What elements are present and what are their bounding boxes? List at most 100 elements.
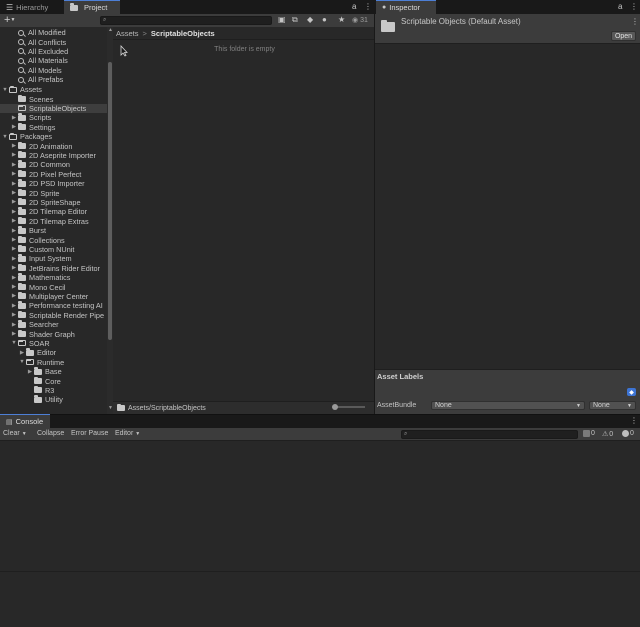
icon-size-slider[interactable] bbox=[332, 404, 365, 410]
tab-inspector[interactable]: ● Inspector bbox=[376, 0, 436, 14]
favorite-item[interactable]: All Conflicts bbox=[0, 37, 107, 47]
expand-arrow-right-icon[interactable]: ▶ bbox=[10, 199, 18, 205]
filter-by-type-icon[interactable]: ⧉ bbox=[292, 15, 298, 25]
expand-arrow-right-icon[interactable]: ▶ bbox=[10, 143, 18, 149]
expand-arrow-right-icon[interactable]: ▶ bbox=[10, 312, 18, 318]
console-search-input[interactable]: ⌕ bbox=[401, 430, 578, 439]
tree-item-package[interactable]: ▶ Scriptable Render Pipe bbox=[0, 310, 107, 320]
tab-hierarchy[interactable]: ☰ Hierarchy bbox=[0, 0, 64, 14]
expand-arrow-right-icon[interactable]: ▶ bbox=[26, 369, 34, 375]
expand-arrow-right-icon[interactable]: ▶ bbox=[10, 124, 18, 130]
collapse-toggle[interactable]: Collapse bbox=[37, 430, 64, 437]
inspector-settings-icon[interactable]: ⋮ bbox=[631, 17, 639, 26]
favorite-item[interactable]: All Materials bbox=[0, 56, 107, 65]
expand-arrow-right-icon[interactable]: ▶ bbox=[10, 331, 18, 337]
expand-arrow-right-icon[interactable]: ▶ bbox=[10, 303, 18, 309]
log-type-icon[interactable]: ● bbox=[322, 15, 327, 24]
tree-item-package[interactable]: ▶ JetBrains Rider Editor bbox=[0, 263, 107, 273]
tree-item-assets[interactable]: ▼ Assets bbox=[0, 85, 107, 94]
expand-arrow-right-icon[interactable]: ▶ bbox=[10, 115, 18, 121]
expand-arrow-right-icon[interactable]: ▶ bbox=[10, 228, 18, 234]
editor-target-dropdown[interactable]: Editor ▼ bbox=[115, 430, 140, 438]
clear-button[interactable]: Clear ▼ bbox=[3, 430, 27, 438]
tree-scrollbar-thumb[interactable] bbox=[108, 62, 112, 340]
tree-item-packages[interactable]: ▼ Packages bbox=[0, 132, 107, 141]
tree-item-package[interactable]: ▶ Shader Graph bbox=[0, 329, 107, 339]
tree-item-package[interactable]: ▶ Input System bbox=[0, 254, 107, 263]
tree-item-package[interactable]: ▶ 2D Sprite bbox=[0, 188, 107, 198]
tree-item-asset-folder[interactable]: Scenes bbox=[0, 94, 107, 104]
tree-item-package[interactable]: ▶ Mono Cecil bbox=[0, 282, 107, 292]
tree-item-package[interactable]: ▶ 2D Animation bbox=[0, 141, 107, 151]
tree-item-package[interactable]: ▶ Burst bbox=[0, 226, 107, 235]
tree-item-package[interactable]: ▶ Performance testing AI bbox=[0, 301, 107, 310]
expand-arrow-right-icon[interactable]: ▶ bbox=[10, 256, 18, 262]
expand-arrow-right-icon[interactable]: ▶ bbox=[10, 162, 18, 168]
expand-arrow-right-icon[interactable]: ▶ bbox=[10, 322, 18, 328]
expand-arrow-down-icon[interactable]: ▼ bbox=[1, 87, 9, 93]
tree-item-package[interactable]: ▶ 2D Tilemap Editor bbox=[0, 207, 107, 216]
breadcrumb-root[interactable]: Assets bbox=[116, 29, 139, 38]
tree-item-package[interactable]: ▶ Multiplayer Center bbox=[0, 291, 107, 301]
tree-item-package[interactable]: ▶ Searcher bbox=[0, 320, 107, 329]
favorite-item[interactable]: All Modified bbox=[0, 28, 107, 37]
error-pause-toggle[interactable]: Error Pause bbox=[71, 430, 108, 437]
expand-arrow-down-icon[interactable]: ▼ bbox=[10, 340, 18, 346]
expand-arrow-right-icon[interactable]: ▶ bbox=[10, 152, 18, 158]
log-count-toggle[interactable]: 0 bbox=[583, 430, 595, 437]
tree-item-package[interactable]: ▶ 2D Common bbox=[0, 160, 107, 169]
tree-item-asset-folder[interactable]: ▶ Scripts bbox=[0, 113, 107, 122]
inspector-more-icon[interactable]: ⋮ bbox=[630, 2, 638, 11]
tree-item-package[interactable]: ▶ Collections bbox=[0, 235, 107, 245]
favorite-item[interactable]: All Models bbox=[0, 66, 107, 75]
search-by-scene-icon[interactable]: ▣ bbox=[278, 15, 286, 24]
add-button[interactable]: +▼ bbox=[4, 14, 15, 26]
tree-item-package[interactable]: ▶ 2D Pixel Perfect bbox=[0, 169, 107, 179]
tree-item-package[interactable]: ▶ 2D SpriteShape bbox=[0, 197, 107, 207]
filter-by-label-icon[interactable]: ◆ bbox=[307, 15, 313, 24]
project-search-input[interactable]: ⌕ bbox=[100, 16, 272, 25]
asset-bundle-dropdown[interactable]: None ▼ bbox=[431, 401, 585, 410]
expand-arrow-right-icon[interactable]: ▶ bbox=[18, 350, 26, 356]
more-menu-icon[interactable]: ⋮ bbox=[364, 2, 372, 11]
tree-item-runtime-folder[interactable]: R3 bbox=[0, 385, 107, 395]
tree-item-package[interactable]: ▶ 2D PSD Importer bbox=[0, 179, 107, 188]
hidden-packages-toggle[interactable]: ◉ 31 bbox=[352, 16, 368, 24]
expand-arrow-right-icon[interactable]: ▶ bbox=[10, 209, 18, 215]
expand-arrow-right-icon[interactable]: ▶ bbox=[10, 284, 18, 290]
tree-item-asset-folder[interactable]: ▶ Settings bbox=[0, 122, 107, 132]
expand-arrow-down-icon[interactable]: ▼ bbox=[18, 359, 26, 365]
lock-icon[interactable]: a bbox=[352, 2, 356, 11]
tree-item-package[interactable]: ▼ SOAR bbox=[0, 339, 107, 348]
expand-arrow-right-icon[interactable]: ▶ bbox=[10, 171, 18, 177]
inspector-lock-icon[interactable]: a bbox=[618, 2, 622, 11]
tree-item-soar-editor[interactable]: ▶ Editor bbox=[0, 348, 107, 357]
tree-item-runtime-folder[interactable]: Utility bbox=[0, 395, 107, 404]
open-button[interactable]: Open bbox=[611, 31, 636, 41]
expand-arrow-right-icon[interactable]: ▶ bbox=[10, 181, 18, 187]
expand-arrow-right-icon[interactable]: ▶ bbox=[10, 246, 18, 252]
asset-variant-dropdown[interactable]: None ▼ bbox=[589, 401, 636, 410]
favorite-item[interactable]: All Prefabs bbox=[0, 75, 107, 84]
tab-console[interactable]: ▤ Console bbox=[0, 414, 50, 428]
expand-arrow-right-icon[interactable]: ▶ bbox=[10, 218, 18, 224]
expand-arrow-right-icon[interactable]: ▶ bbox=[10, 275, 18, 281]
favorite-star-icon[interactable]: ★ bbox=[338, 15, 345, 24]
tree-item-package[interactable]: ▶ Custom NUnit bbox=[0, 244, 107, 254]
expand-arrow-right-icon[interactable]: ▶ bbox=[10, 237, 18, 243]
expand-arrow-right-icon[interactable]: ▶ bbox=[10, 293, 18, 299]
tree-item-soar-runtime[interactable]: ▼ Runtime bbox=[0, 358, 107, 367]
tree-item-asset-folder[interactable]: ScriptableObjects bbox=[0, 103, 107, 114]
console-more-icon[interactable]: ⋮ bbox=[630, 416, 638, 425]
favorite-item[interactable]: All Excluded bbox=[0, 47, 107, 56]
tree-item-package[interactable]: ▶ Mathematics bbox=[0, 273, 107, 282]
breadcrumb-current[interactable]: ScriptableObjects bbox=[151, 29, 215, 38]
expand-arrow-right-icon[interactable]: ▶ bbox=[10, 265, 18, 271]
tree-item-runtime-folder[interactable]: ▶ Base bbox=[0, 367, 107, 376]
error-count-toggle[interactable]: 0 bbox=[622, 430, 634, 437]
tree-item-package[interactable]: ▶ 2D Aseprite Importer bbox=[0, 150, 107, 160]
tree-item-runtime-folder[interactable]: Core bbox=[0, 376, 107, 386]
expand-arrow-right-icon[interactable]: ▶ bbox=[10, 190, 18, 196]
warn-count-toggle[interactable]: ⚠ 0 bbox=[602, 430, 613, 439]
label-tag-button[interactable]: ◆ bbox=[627, 388, 636, 396]
